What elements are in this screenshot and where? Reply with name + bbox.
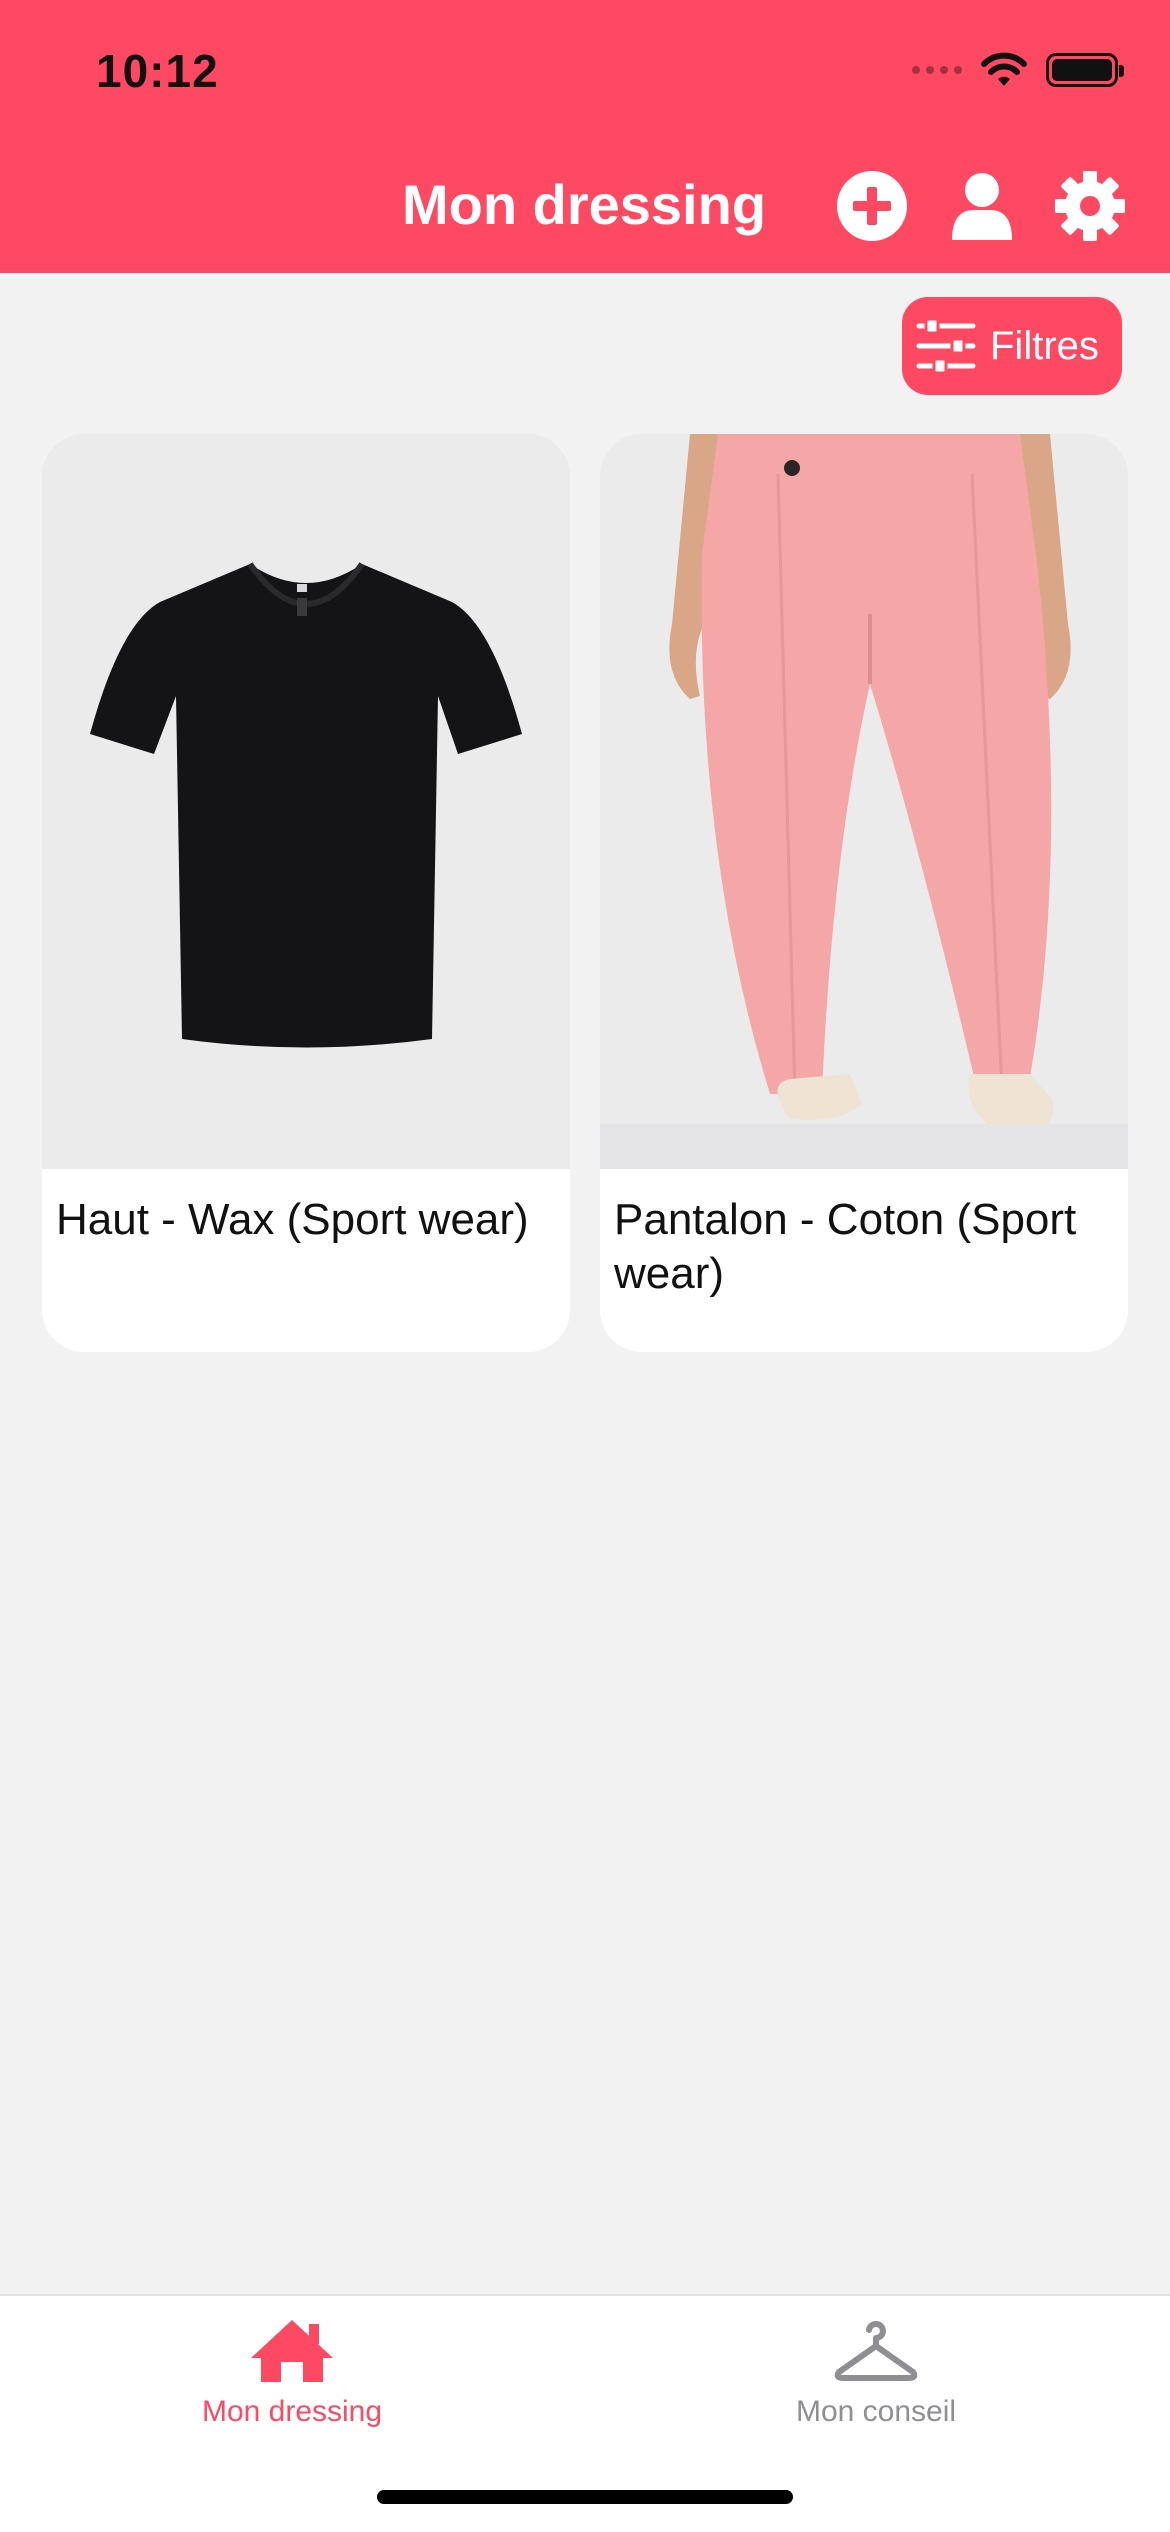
- status-indicators: [912, 52, 1124, 88]
- wifi-icon: [981, 52, 1027, 86]
- sliders-icon: [916, 318, 976, 374]
- filters-button[interactable]: Filtres: [902, 297, 1122, 395]
- hanger-icon: [834, 2321, 918, 2381]
- gear-icon[interactable]: [1054, 170, 1126, 242]
- home-indicator: [377, 2490, 793, 2504]
- tab-mon-dressing[interactable]: Mon dressing: [92, 2314, 492, 2429]
- home-icon: [251, 2320, 333, 2382]
- cellular-signal-icon: [912, 66, 962, 74]
- top-header: 10:12 Mon dressing: [0, 0, 1170, 273]
- plus-circle-icon[interactable]: [836, 170, 908, 242]
- user-icon[interactable]: [946, 170, 1018, 242]
- clothing-label: Haut - Wax (Sport wear): [56, 1195, 529, 1244]
- status-time: 10:12: [96, 45, 219, 97]
- clothing-card[interactable]: Haut - Wax (Sport wear): [42, 434, 570, 1352]
- battery-icon: [1046, 53, 1124, 87]
- tab-label: Mon conseil: [795, 2395, 957, 2428]
- clothing-image: [600, 434, 1128, 1169]
- tab-mon-conseil[interactable]: Mon conseil: [676, 2314, 1076, 2429]
- page-title: Mon dressing: [402, 173, 767, 236]
- clothing-image: [42, 434, 570, 1169]
- clothing-label: Pantalon - Coton (Sport wear): [614, 1195, 1077, 1298]
- clothing-card[interactable]: Pantalon - Coton (Sport wear): [600, 434, 1128, 1352]
- filters-label: Filtres: [990, 323, 1099, 368]
- tab-label: Mon dressing: [201, 2395, 383, 2428]
